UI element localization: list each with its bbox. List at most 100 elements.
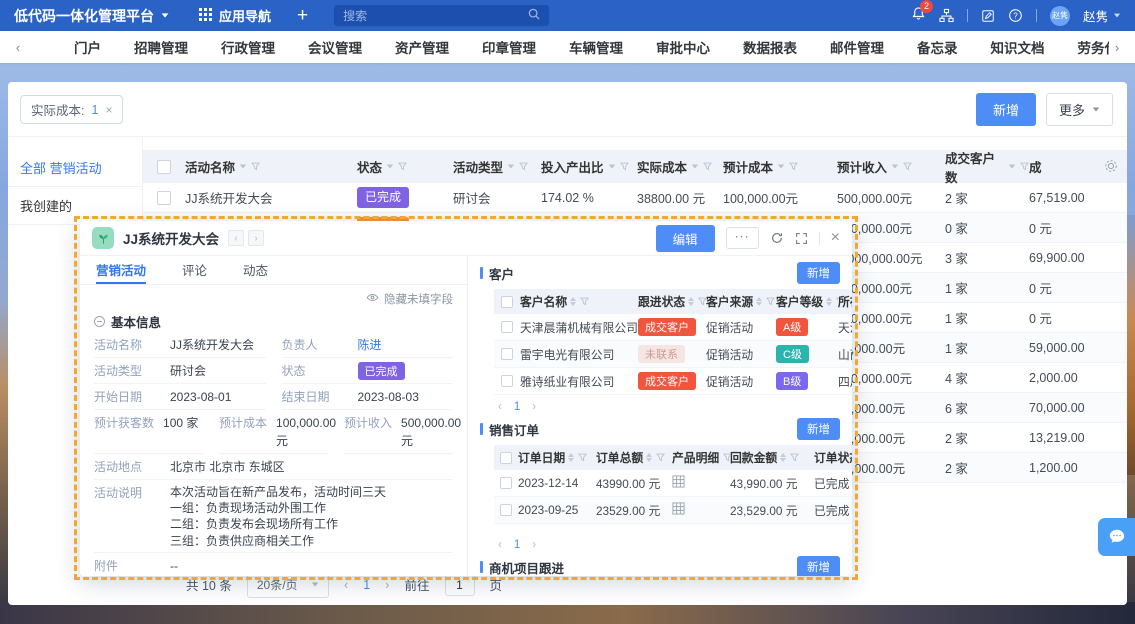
order-row[interactable]: 2023-12-1443990.00 元43,990.00 元已完成赵 bbox=[494, 470, 852, 497]
detail-tab[interactable]: 营销活动 bbox=[96, 256, 146, 284]
filter-funnel-icon[interactable] bbox=[1020, 162, 1029, 171]
filter-funnel-icon[interactable] bbox=[903, 162, 912, 171]
customer-row[interactable]: 雅诗纸业有限公司成交客户促销活动B级四川省 bbox=[494, 368, 852, 395]
nav-item[interactable]: 招聘管理 bbox=[132, 33, 190, 61]
row-checkbox[interactable] bbox=[501, 321, 513, 333]
product-detail-grid-icon[interactable] bbox=[672, 502, 685, 518]
row-checkbox[interactable] bbox=[501, 375, 513, 387]
sort-caret-icon[interactable] bbox=[892, 165, 898, 169]
filter-funnel-icon[interactable] bbox=[698, 297, 706, 306]
detail-tab[interactable]: 评论 bbox=[182, 256, 207, 284]
table-row[interactable]: JJ系统开发大会已完成研讨会174.02 %38800.00 元100,000.… bbox=[143, 183, 1127, 213]
prev-record-button[interactable]: ‹ bbox=[228, 230, 244, 246]
close-icon[interactable]: × bbox=[831, 230, 840, 246]
collapse-icon[interactable] bbox=[94, 316, 105, 327]
prev-page-button[interactable]: ‹ bbox=[498, 401, 502, 413]
column-header[interactable]: 客户来源 bbox=[706, 293, 776, 310]
current-page[interactable]: 1 bbox=[514, 401, 520, 413]
prev-page-button[interactable]: ‹ bbox=[498, 539, 502, 551]
filter-funnel-icon[interactable] bbox=[723, 453, 730, 462]
hide-empty-toggle[interactable]: 隐藏未填字段 bbox=[94, 291, 453, 307]
sort-caret-icon[interactable] bbox=[240, 165, 246, 169]
filter-funnel-icon[interactable] bbox=[789, 162, 798, 171]
filter-funnel-icon[interactable] bbox=[620, 162, 629, 171]
nav-item[interactable]: 资产管理 bbox=[393, 33, 451, 61]
current-page[interactable]: 1 bbox=[363, 578, 370, 592]
row-checkbox[interactable] bbox=[157, 191, 171, 205]
nav-item[interactable]: 邮件管理 bbox=[828, 33, 886, 61]
compose-button[interactable] bbox=[981, 9, 995, 23]
sort-icon[interactable] bbox=[826, 297, 832, 306]
add-tab-button[interactable]: + bbox=[297, 6, 308, 25]
nav-scroll-left-icon[interactable]: ‹ bbox=[10, 40, 26, 55]
nav-item[interactable]: 知识文档 bbox=[989, 33, 1047, 61]
remove-filter-icon[interactable]: × bbox=[105, 103, 112, 117]
edit-button[interactable]: 编辑 bbox=[656, 225, 715, 252]
user-menu[interactable]: 赵隽 bbox=[1083, 6, 1121, 25]
column-header[interactable]: 产品明细 bbox=[672, 449, 730, 466]
help-button[interactable]: ? bbox=[1008, 8, 1023, 23]
column-header[interactable]: 跟进状态 bbox=[638, 293, 706, 310]
nav-item[interactable]: 备忘录 bbox=[915, 33, 960, 61]
detail-tab[interactable]: 动态 bbox=[243, 256, 268, 284]
column-header[interactable]: 活动类型 bbox=[453, 157, 541, 176]
related-add-button[interactable]: 新增 bbox=[797, 418, 840, 440]
refresh-icon[interactable] bbox=[770, 231, 784, 245]
sort-caret-icon[interactable] bbox=[1009, 165, 1015, 169]
field-value[interactable]: 陈进 bbox=[358, 336, 382, 354]
fullscreen-icon[interactable] bbox=[795, 232, 808, 245]
filter-funnel-icon[interactable] bbox=[703, 162, 712, 171]
column-header[interactable]: 订单日期 bbox=[518, 449, 596, 466]
next-page-button[interactable]: › bbox=[532, 539, 536, 551]
sort-icon[interactable] bbox=[756, 297, 762, 306]
filter-funnel-icon[interactable] bbox=[398, 162, 407, 171]
related-add-button[interactable]: 新增 bbox=[797, 556, 840, 576]
sort-caret-icon[interactable] bbox=[508, 165, 514, 169]
select-all-checkbox[interactable] bbox=[501, 296, 513, 308]
nav-item[interactable]: 审批中心 bbox=[654, 33, 712, 61]
current-page[interactable]: 1 bbox=[514, 539, 520, 551]
sort-icon[interactable] bbox=[570, 297, 576, 306]
sidebar-item[interactable]: 我创建的 bbox=[8, 187, 142, 225]
nav-item[interactable]: 数据报表 bbox=[741, 33, 799, 61]
app-nav-button[interactable]: 应用导航 bbox=[199, 6, 271, 25]
row-checkbox[interactable] bbox=[501, 348, 513, 360]
filter-funnel-icon[interactable] bbox=[656, 453, 665, 462]
column-header[interactable]: 回款金额 bbox=[730, 449, 814, 466]
row-checkbox[interactable] bbox=[500, 477, 512, 489]
sort-caret-icon[interactable] bbox=[387, 165, 393, 169]
notifications-button[interactable]: 2 bbox=[911, 6, 926, 26]
brand-switcher[interactable]: 低代码一体化管理平台 bbox=[14, 6, 169, 26]
filter-funnel-icon[interactable] bbox=[251, 162, 260, 171]
column-header[interactable]: 客户等级 bbox=[776, 293, 838, 310]
more-actions-button[interactable]: ··· bbox=[726, 227, 759, 249]
sort-icon[interactable] bbox=[780, 453, 786, 462]
select-all-checkbox[interactable] bbox=[157, 160, 171, 174]
next-page-button[interactable]: › bbox=[385, 577, 389, 592]
column-header[interactable]: 订单状态 bbox=[814, 449, 852, 466]
chat-fab-button[interactable] bbox=[1098, 518, 1135, 556]
add-button[interactable]: 新增 bbox=[976, 93, 1036, 126]
column-header[interactable]: 实际成本 bbox=[637, 157, 723, 176]
more-button[interactable]: 更多 bbox=[1046, 93, 1113, 126]
nav-item[interactable]: 劳务代缴 bbox=[1076, 33, 1110, 61]
section-title[interactable]: 基本信息 bbox=[94, 312, 453, 331]
org-chart-button[interactable] bbox=[939, 8, 954, 23]
column-header[interactable]: 预计收入 bbox=[837, 157, 945, 176]
column-header[interactable]: 所在地区 bbox=[838, 293, 852, 310]
order-row[interactable]: 2023-09-2523529.00 元23,529.00 元已完成赵 bbox=[494, 497, 852, 524]
row-checkbox[interactable] bbox=[500, 504, 512, 516]
column-header[interactable]: 活动名称 bbox=[185, 157, 357, 176]
sort-caret-icon[interactable] bbox=[608, 165, 614, 169]
filter-funnel-icon[interactable] bbox=[519, 162, 528, 171]
nav-item[interactable]: 会议管理 bbox=[306, 33, 364, 61]
filter-chip[interactable]: 实际成本: 1 × bbox=[20, 95, 123, 124]
sort-icon[interactable] bbox=[688, 297, 694, 306]
filter-funnel-icon[interactable] bbox=[580, 297, 589, 306]
sort-icon[interactable] bbox=[646, 453, 652, 462]
filter-funnel-icon[interactable] bbox=[578, 453, 587, 462]
filter-funnel-icon[interactable] bbox=[766, 297, 775, 306]
goto-page-input[interactable] bbox=[445, 573, 475, 596]
column-header[interactable]: 客户名称 bbox=[520, 293, 638, 310]
next-page-button[interactable]: › bbox=[532, 401, 536, 413]
